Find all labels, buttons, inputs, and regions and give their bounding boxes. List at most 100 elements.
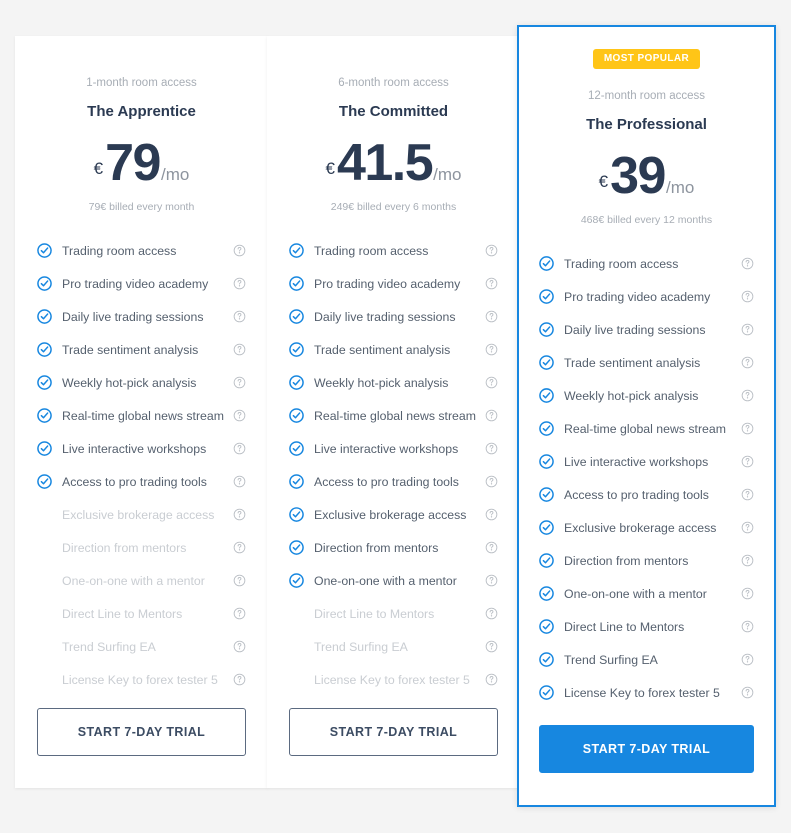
feature-label: Direction from mentors — [314, 541, 482, 555]
feature-label: Real-time global news stream — [62, 409, 230, 423]
question-mark-circle-icon[interactable] — [230, 244, 246, 257]
price-amount: 41.5 — [337, 141, 432, 185]
question-mark-circle-icon[interactable] — [738, 455, 754, 468]
question-mark-circle-icon[interactable] — [738, 554, 754, 567]
badge-row: MOST POPULAR — [539, 27, 754, 69]
question-mark-circle-icon[interactable] — [230, 343, 246, 356]
check-circle-icon — [539, 553, 564, 568]
question-mark-circle-icon[interactable] — [230, 673, 246, 686]
billing-note: 249€ billed every 6 months — [289, 202, 498, 213]
question-mark-circle-icon[interactable] — [230, 607, 246, 620]
question-mark-circle-icon[interactable] — [738, 356, 754, 369]
plan-name: The Committed — [289, 104, 498, 119]
question-mark-circle-icon[interactable] — [738, 257, 754, 270]
question-mark-circle-icon[interactable] — [482, 541, 498, 554]
feature-label: Live interactive workshops — [62, 442, 230, 456]
card-body: 1-month room accessThe Apprentice€79/mo7… — [15, 36, 268, 788]
question-mark-circle-icon[interactable] — [482, 244, 498, 257]
check-circle-icon — [539, 289, 564, 304]
feature-label: Daily live trading sessions — [314, 310, 482, 324]
question-mark-circle-icon[interactable] — [230, 376, 246, 389]
feature-label: Trading room access — [314, 244, 482, 258]
feature-label: Access to pro trading tools — [564, 488, 738, 502]
question-mark-circle-icon[interactable] — [738, 488, 754, 501]
feature-row: Direct Line to Mentors — [289, 597, 498, 630]
check-circle-icon — [539, 586, 564, 601]
feature-row: Direct Line to Mentors — [37, 597, 246, 630]
question-mark-circle-icon[interactable] — [482, 475, 498, 488]
feature-row: Trade sentiment analysis — [539, 346, 754, 379]
question-mark-circle-icon[interactable] — [482, 673, 498, 686]
feature-row: One-on-one with a mentor — [289, 564, 498, 597]
feature-label: One-on-one with a mentor — [314, 574, 482, 588]
feature-row: Access to pro trading tools — [37, 465, 246, 498]
feature-row: Weekly hot-pick analysis — [289, 366, 498, 399]
feature-label: Exclusive brokerage access — [564, 521, 738, 535]
question-mark-circle-icon[interactable] — [230, 475, 246, 488]
question-mark-circle-icon[interactable] — [738, 653, 754, 666]
question-mark-circle-icon[interactable] — [482, 508, 498, 521]
question-mark-circle-icon[interactable] — [230, 409, 246, 422]
pricing-card-apprentice: 1-month room accessThe Apprentice€79/mo7… — [15, 36, 268, 788]
question-mark-circle-icon[interactable] — [230, 508, 246, 521]
check-circle-icon — [539, 520, 564, 535]
question-mark-circle-icon[interactable] — [230, 541, 246, 554]
feature-row: Exclusive brokerage access — [539, 511, 754, 544]
feature-row: License Key to forex tester 5 — [289, 663, 498, 696]
question-mark-circle-icon[interactable] — [482, 607, 498, 620]
question-mark-circle-icon[interactable] — [482, 442, 498, 455]
feature-row: Daily live trading sessions — [37, 300, 246, 333]
pricing-card-committed: 6-month room accessThe Committed€41.5/mo… — [267, 36, 520, 788]
check-circle-icon — [289, 375, 314, 390]
start-trial-button[interactable]: START 7-DAY TRIAL — [539, 725, 754, 773]
check-circle-icon — [539, 322, 564, 337]
check-circle-icon — [289, 276, 314, 291]
feature-label: Weekly hot-pick analysis — [564, 389, 738, 403]
feature-label: One-on-one with a mentor — [62, 574, 230, 588]
feature-row: License Key to forex tester 5 — [37, 663, 246, 696]
check-circle-icon — [539, 652, 564, 667]
feature-row: Direction from mentors — [37, 531, 246, 564]
question-mark-circle-icon[interactable] — [230, 574, 246, 587]
feature-label: Direct Line to Mentors — [62, 607, 230, 621]
question-mark-circle-icon[interactable] — [738, 389, 754, 402]
question-mark-circle-icon[interactable] — [230, 277, 246, 290]
question-mark-circle-icon[interactable] — [230, 640, 246, 653]
question-mark-circle-icon[interactable] — [482, 277, 498, 290]
feature-row: Live interactive workshops — [289, 432, 498, 465]
question-mark-circle-icon[interactable] — [482, 574, 498, 587]
card-body: MOST POPULAR12-month room accessThe Prof… — [519, 27, 774, 805]
check-circle-icon — [289, 243, 314, 258]
feature-label: Weekly hot-pick analysis — [62, 376, 230, 390]
check-circle-icon — [539, 355, 564, 370]
check-circle-icon — [289, 342, 314, 357]
question-mark-circle-icon[interactable] — [482, 409, 498, 422]
pricing-table: 1-month room accessThe Apprentice€79/mo7… — [0, 0, 791, 833]
question-mark-circle-icon[interactable] — [738, 323, 754, 336]
question-mark-circle-icon[interactable] — [230, 442, 246, 455]
question-mark-circle-icon[interactable] — [482, 376, 498, 389]
feature-label: Trade sentiment analysis — [62, 343, 230, 357]
check-circle-icon — [539, 421, 564, 436]
question-mark-circle-icon[interactable] — [738, 422, 754, 435]
start-trial-button[interactable]: START 7-DAY TRIAL — [37, 708, 246, 756]
feature-label: Trade sentiment analysis — [314, 343, 482, 357]
question-mark-circle-icon[interactable] — [738, 587, 754, 600]
question-mark-circle-icon[interactable] — [738, 620, 754, 633]
feature-row: Trade sentiment analysis — [289, 333, 498, 366]
question-mark-circle-icon[interactable] — [738, 290, 754, 303]
question-mark-circle-icon[interactable] — [738, 521, 754, 534]
question-mark-circle-icon[interactable] — [738, 686, 754, 699]
feature-row: Trend Surfing EA — [539, 643, 754, 676]
feature-label: Trend Surfing EA — [564, 653, 738, 667]
feature-row: Trading room access — [37, 234, 246, 267]
question-mark-circle-icon[interactable] — [482, 640, 498, 653]
start-trial-button[interactable]: START 7-DAY TRIAL — [289, 708, 498, 756]
check-circle-icon — [539, 388, 564, 403]
feature-row: Direction from mentors — [289, 531, 498, 564]
question-mark-circle-icon[interactable] — [482, 343, 498, 356]
question-mark-circle-icon[interactable] — [230, 310, 246, 323]
billing-note: 79€ billed every month — [37, 202, 246, 213]
question-mark-circle-icon[interactable] — [482, 310, 498, 323]
feature-label: Pro trading video academy — [314, 277, 482, 291]
